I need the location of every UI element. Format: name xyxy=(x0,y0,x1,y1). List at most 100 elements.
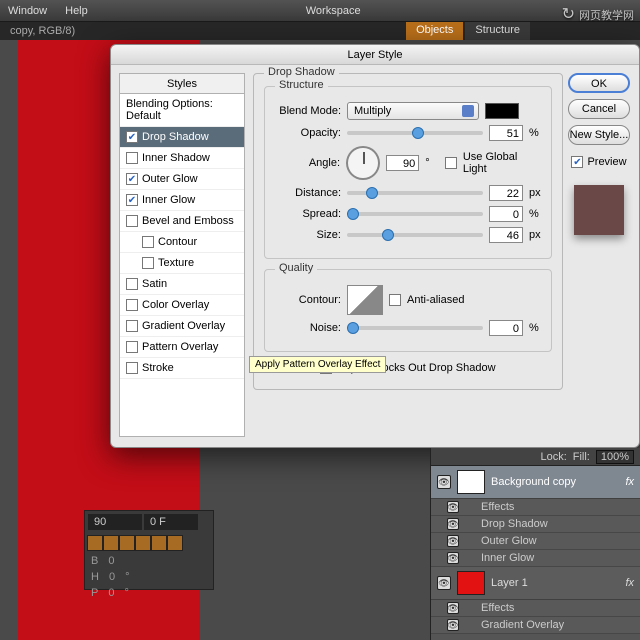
style-color-overlay[interactable]: Color Overlay xyxy=(120,295,244,316)
layer-name: Background copy xyxy=(491,476,576,488)
angle-input[interactable]: 90 xyxy=(386,155,420,171)
value[interactable]: 90 xyxy=(88,514,142,530)
spread-input[interactable]: 0 xyxy=(489,206,523,222)
lock-label: Lock: xyxy=(540,451,566,463)
effect-row[interactable]: 👁Inner Glow xyxy=(431,550,640,567)
value[interactable]: 0 F xyxy=(144,514,198,530)
effects-row[interactable]: 👁Effects xyxy=(431,499,640,516)
icon-row xyxy=(85,533,213,553)
tool-icon[interactable] xyxy=(119,535,135,551)
layer-style-dialog: Layer Style Styles Blending Options: Def… xyxy=(110,44,640,448)
style-pattern-overlay[interactable]: Pattern Overlay xyxy=(120,337,244,358)
visibility-icon[interactable]: 👁 xyxy=(437,576,451,590)
distance-input[interactable]: 22 xyxy=(489,185,523,201)
label: Contour: xyxy=(273,294,341,306)
checkbox-icon[interactable] xyxy=(126,173,138,185)
document-tab[interactable]: copy, RGB/8) xyxy=(10,25,75,37)
noise-input[interactable]: 0 xyxy=(489,320,523,336)
checkbox-icon[interactable] xyxy=(126,194,138,206)
ruler-vertical xyxy=(0,40,18,640)
layer-thumbnail[interactable] xyxy=(457,571,485,595)
opacity-slider[interactable] xyxy=(347,131,483,135)
global-light-checkbox[interactable] xyxy=(445,157,457,169)
visibility-icon[interactable]: 👁 xyxy=(447,501,459,513)
checkbox-icon[interactable] xyxy=(126,278,138,290)
menu-help[interactable]: Help xyxy=(65,5,88,17)
label: Distance: xyxy=(273,187,341,199)
blend-mode-select[interactable]: Multiply xyxy=(347,102,479,120)
visibility-icon[interactable]: 👁 xyxy=(447,518,459,530)
visibility-icon[interactable]: 👁 xyxy=(447,535,459,547)
watermark: 网页教学网 xyxy=(562,4,634,24)
anti-aliased-checkbox[interactable] xyxy=(389,294,401,306)
effects-row[interactable]: 👁Effects xyxy=(431,600,640,617)
size-input[interactable]: 46 xyxy=(489,227,523,243)
noise-slider[interactable] xyxy=(347,326,483,330)
unit: ° xyxy=(425,157,439,169)
checkbox-icon[interactable] xyxy=(142,257,154,269)
layer-row[interactable]: 👁 Layer 1 fx xyxy=(431,567,640,600)
group-title: Quality xyxy=(275,262,317,274)
style-stroke[interactable]: Stroke xyxy=(120,358,244,379)
fill-label: Fill: xyxy=(573,451,590,463)
style-satin[interactable]: Satin xyxy=(120,274,244,295)
checkbox-icon[interactable] xyxy=(126,215,138,227)
layer-row[interactable]: 👁 Background copy fx xyxy=(431,466,640,499)
tab-structure[interactable]: Structure xyxy=(465,22,530,40)
color-swatch[interactable] xyxy=(485,103,519,119)
style-inner-glow[interactable]: Inner Glow xyxy=(120,190,244,211)
effect-row[interactable]: 👁Outer Glow xyxy=(431,533,640,550)
drop-shadow-group: Drop Shadow Structure Blend Mode: Multip… xyxy=(253,73,563,390)
spread-slider[interactable] xyxy=(347,212,483,216)
layer-thumbnail[interactable] xyxy=(457,470,485,494)
contour-picker[interactable] xyxy=(347,285,383,315)
preview-label: Preview xyxy=(587,156,626,168)
blending-options-row[interactable]: Blending Options: Default xyxy=(120,94,244,127)
style-outer-glow[interactable]: Outer Glow xyxy=(120,169,244,190)
ok-button[interactable]: OK xyxy=(568,73,630,93)
cancel-button[interactable]: Cancel xyxy=(568,99,630,119)
style-texture[interactable]: Texture xyxy=(120,253,244,274)
fx-badge[interactable]: fx xyxy=(625,577,634,589)
opacity-input[interactable]: 51 xyxy=(489,125,523,141)
style-contour[interactable]: Contour xyxy=(120,232,244,253)
app-menubar: Window Help Workspace xyxy=(0,0,640,22)
checkbox-icon[interactable] xyxy=(126,299,138,311)
distance-slider[interactable] xyxy=(347,191,483,195)
tool-icon[interactable] xyxy=(135,535,151,551)
visibility-icon[interactable]: 👁 xyxy=(447,619,459,631)
preview-thumbnail xyxy=(574,185,624,235)
tool-icon[interactable] xyxy=(151,535,167,551)
tool-icon[interactable] xyxy=(103,535,119,551)
visibility-icon[interactable]: 👁 xyxy=(447,602,459,614)
fx-badge[interactable]: fx xyxy=(625,476,634,488)
workspace-selector[interactable]: Workspace xyxy=(306,5,361,17)
tool-icon[interactable] xyxy=(167,535,183,551)
checkbox-icon[interactable] xyxy=(126,320,138,332)
label: Blend Mode: xyxy=(273,105,341,117)
tool-icon[interactable] xyxy=(87,535,103,551)
preview-checkbox[interactable] xyxy=(571,156,583,168)
visibility-icon[interactable]: 👁 xyxy=(447,552,459,564)
style-inner-shadow[interactable]: Inner Shadow xyxy=(120,148,244,169)
settings-pane: Drop Shadow Structure Blend Mode: Multip… xyxy=(253,73,563,437)
checkbox-icon[interactable] xyxy=(126,152,138,164)
unit: px xyxy=(529,229,543,241)
checkbox-icon[interactable] xyxy=(126,341,138,353)
visibility-icon[interactable]: 👁 xyxy=(437,475,451,489)
style-gradient-overlay[interactable]: Gradient Overlay xyxy=(120,316,244,337)
size-slider[interactable] xyxy=(347,233,483,237)
effect-row[interactable]: 👁Gradient Overlay xyxy=(431,617,640,634)
styles-header: Styles xyxy=(120,74,244,94)
checkbox-icon[interactable] xyxy=(126,362,138,374)
angle-dial[interactable] xyxy=(346,146,380,180)
checkbox-icon[interactable] xyxy=(142,236,154,248)
menu-window[interactable]: Window xyxy=(8,5,47,17)
style-bevel-emboss[interactable]: Bevel and Emboss xyxy=(120,211,244,232)
new-style-button[interactable]: New Style... xyxy=(568,125,630,145)
style-drop-shadow[interactable]: Drop Shadow xyxy=(120,127,244,148)
tab-objects[interactable]: Objects xyxy=(406,22,463,40)
fill-input[interactable]: 100% xyxy=(596,450,634,464)
effect-row[interactable]: 👁Drop Shadow xyxy=(431,516,640,533)
checkbox-icon[interactable] xyxy=(126,131,138,143)
